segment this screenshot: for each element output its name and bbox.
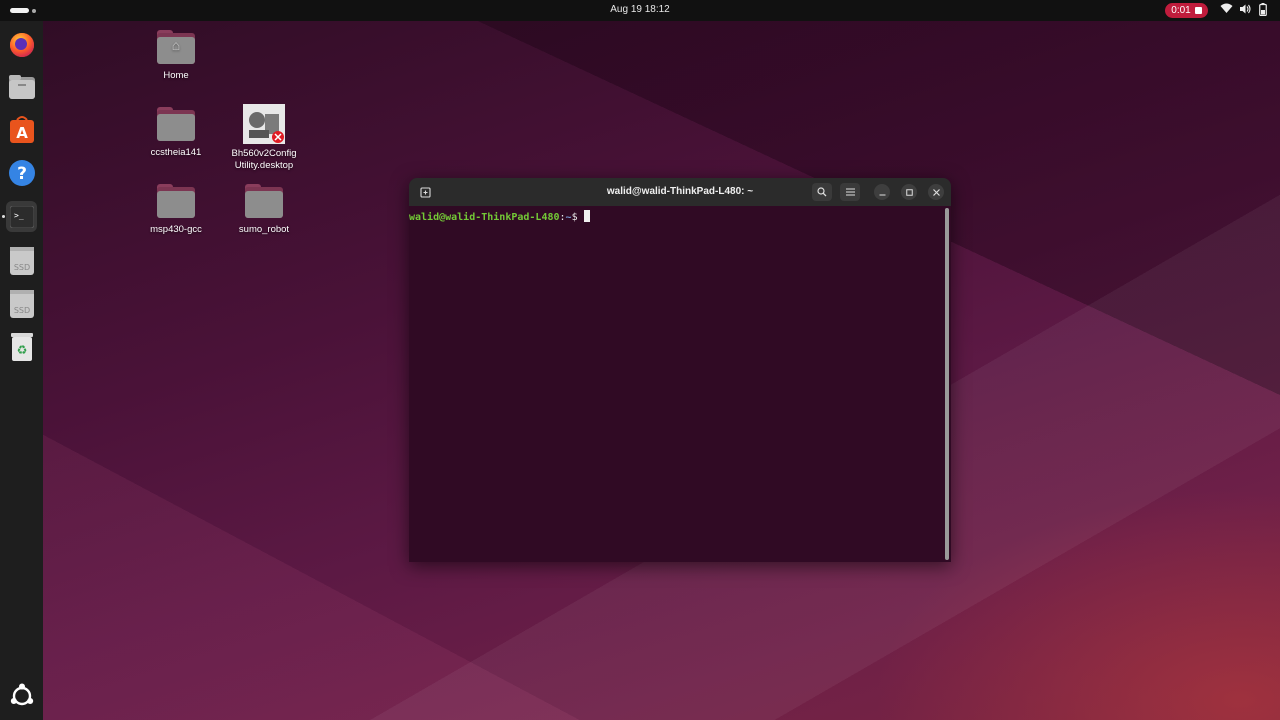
battery-icon[interactable] (1259, 3, 1267, 16)
desktop-icon-label: ccstheia141 (150, 147, 202, 158)
folder-icon (157, 184, 195, 218)
svg-text:>_: >_ (14, 211, 24, 220)
terminal-scrollbar[interactable] (945, 208, 949, 560)
close-icon (932, 188, 940, 196)
recording-time: 0:01 (1171, 5, 1191, 16)
desktop-icon-label: sumo_robot (238, 224, 290, 235)
terminal-header-bar[interactable]: walid@walid-ThinkPad-L480: ~ (409, 178, 951, 206)
clock[interactable]: Aug 19 18:12 (0, 4, 1280, 15)
dock-item-trash[interactable]: ♻ (6, 331, 37, 362)
svg-text:♻: ♻ (16, 343, 27, 357)
firefox-icon (9, 32, 34, 57)
screen-recording-indicator[interactable]: 0:01 (1165, 3, 1208, 18)
close-button[interactable] (928, 184, 944, 200)
ssd-label: SSD (13, 306, 29, 315)
dock-item-terminal[interactable]: >_ (6, 201, 37, 232)
help-icon: ? (8, 159, 35, 186)
dock-item-files[interactable] (6, 71, 37, 102)
desktop-icon-msp430-gcc[interactable]: msp430-gcc (134, 184, 218, 236)
desktop-icon-sumo-robot[interactable]: sumo_robot (222, 184, 306, 236)
dock-item-app-center[interactable]: A (6, 114, 37, 145)
ssd-drive-icon: SSD (9, 246, 34, 275)
running-indicator (2, 215, 5, 218)
desktop-icon-label: Home (163, 70, 189, 81)
text-cursor (583, 210, 590, 222)
minimize-button[interactable] (874, 184, 890, 200)
svg-text:?: ? (17, 164, 27, 184)
top-bar: Aug 19 18:12 0:01 (0, 0, 1280, 21)
hamburger-menu-icon (845, 188, 855, 196)
prompt-user-host: walid@walid-ThinkPad-L480 (409, 212, 560, 223)
desktop-icon-ccstheia141[interactable]: ccstheia141 (134, 107, 218, 159)
network-wifi-icon[interactable] (1220, 3, 1233, 14)
maximize-icon (905, 188, 913, 196)
show-apps-button[interactable] (6, 680, 37, 711)
svg-text:A: A (16, 124, 28, 142)
minimize-icon (879, 193, 885, 196)
desktop-launcher-icon (243, 104, 285, 144)
dock-item-help[interactable]: ? (6, 157, 37, 188)
search-icon (817, 187, 827, 197)
terminal-output[interactable] (409, 206, 943, 562)
dock-item-firefox[interactable] (6, 29, 37, 60)
dock: A ? >_ SSD SSD ♻ (0, 21, 43, 720)
window-title: walid@walid-ThinkPad-L480: ~ (606, 186, 754, 197)
terminal-icon: >_ (9, 205, 34, 228)
prompt-symbol: $ (571, 212, 584, 223)
terminal-window[interactable]: walid@walid-ThinkPad-L480: ~ walid@walid… (409, 178, 951, 562)
app-center-icon: A (9, 115, 34, 143)
home-icon: ⌂ (171, 37, 181, 53)
dock-item-ssd-1[interactable]: SSD (6, 245, 37, 276)
shell-prompt[interactable]: walid@walid-ThinkPad-L480:~$ (409, 210, 590, 223)
ssd-drive-icon: SSD (9, 289, 34, 318)
stop-recording-icon (1194, 7, 1202, 14)
desktop-icon-bh560v2-config[interactable]: Bh560v2Config Utility.desktop (222, 104, 306, 172)
maximize-button[interactable] (901, 184, 917, 200)
trash-icon: ♻ (10, 332, 33, 361)
ubuntu-apps-icon (10, 683, 33, 705)
folder-icon (245, 184, 283, 218)
menu-button[interactable] (840, 183, 860, 201)
folder-icon (157, 107, 195, 141)
desktop-icon-home[interactable]: ⌂ Home (134, 30, 218, 82)
files-icon (8, 74, 35, 99)
search-button[interactable] (812, 183, 832, 201)
ssd-label: SSD (13, 263, 29, 272)
desktop-icon-label: Bh560v2Config Utility.desktop (231, 148, 297, 171)
volume-icon[interactable] (1239, 3, 1251, 15)
dock-item-ssd-2[interactable]: SSD (6, 288, 37, 319)
desktop-icon-label: msp430-gcc (150, 224, 202, 235)
folder-icon: ⌂ (157, 30, 195, 64)
